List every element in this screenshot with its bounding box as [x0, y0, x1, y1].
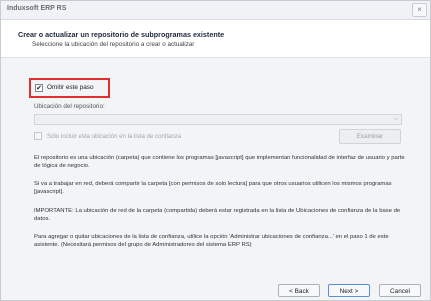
trust-list-only-label: Sólo incluir esta ubicación en la lista …: [47, 133, 182, 140]
page-subtitle: Seleccione la ubicación del repositorio …: [32, 41, 195, 48]
page-title: Crear o actualizar un repositorio de sub…: [18, 30, 225, 39]
omit-step-label: Omitir este paso: [47, 84, 94, 91]
info-paragraph-trust-list: Para agregar o quitar ubicaciones de la …: [34, 234, 389, 249]
checkmark-icon: ✔: [36, 85, 42, 92]
repository-location-label: Ubicación del repositorio:: [34, 103, 105, 110]
wizard-window: Induxsoft ERP RS × Crear o actualizar un…: [0, 0, 431, 301]
info-paragraph-important: IMPORTANTE: La ubicación de red de la ca…: [34, 208, 401, 223]
title-bar: Induxsoft ERP RS ×: [1, 1, 430, 20]
window-title: Induxsoft ERP RS: [7, 5, 67, 12]
close-icon: ×: [417, 5, 422, 14]
wizard-content: ✔ Omitir este paso Ubicación del reposit…: [1, 58, 430, 300]
wizard-header: Crear o actualizar un repositorio de sub…: [1, 20, 430, 58]
chevron-down-icon[interactable]: ⌵: [393, 116, 398, 123]
repository-location-combobox[interactable]: ⌵: [34, 114, 402, 125]
omit-step-checkbox[interactable]: ✔: [35, 84, 43, 92]
back-button[interactable]: < Back: [278, 284, 320, 297]
omit-step-highlight: ✔ Omitir este paso: [29, 78, 110, 98]
trust-list-only-checkbox[interactable]: [34, 132, 42, 140]
info-paragraph-repository: El repositorio es una ubicación (carpeta…: [34, 155, 405, 170]
close-button[interactable]: ×: [412, 3, 427, 17]
browse-button[interactable]: Examinar: [339, 129, 401, 144]
cancel-button[interactable]: Cancel: [379, 284, 421, 297]
next-button[interactable]: Next >: [328, 284, 370, 297]
info-paragraph-network: Si va a trabajar en red, deberá comparti…: [34, 181, 392, 196]
